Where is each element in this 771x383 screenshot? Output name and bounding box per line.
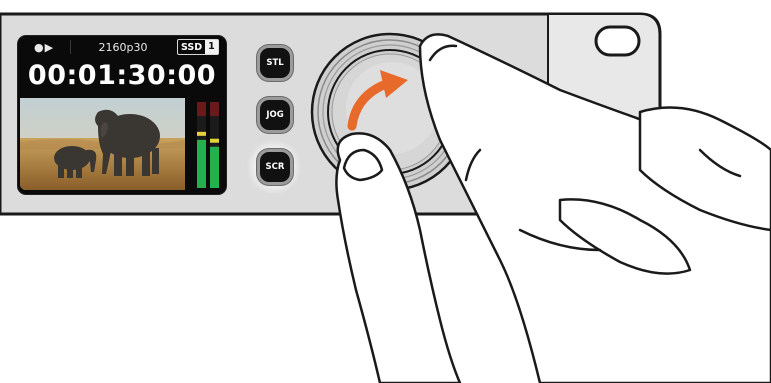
meter-level-1: [197, 139, 206, 188]
timecode-display: 00:01:30:00: [27, 60, 217, 91]
media-type-label: SSD: [181, 41, 203, 53]
device-illustration: ●▶ 2160p30 SSD 1 00:01:30:00 STL JOG SCR: [0, 0, 771, 383]
play-icon: ●▶: [33, 40, 55, 54]
meter-peak-hold-1: [197, 131, 206, 136]
video-preview: [20, 98, 185, 190]
still-button-label: STL: [266, 58, 284, 68]
scroll-button[interactable]: SCR: [260, 152, 290, 182]
audio-meters: [190, 100, 224, 190]
jog-button-label: JOG: [266, 110, 284, 120]
meter-peak-hold-2: [210, 138, 219, 143]
status-bar: ●▶ 2160p30 SSD 1: [18, 36, 226, 58]
scroll-button-label: SCR: [265, 162, 285, 172]
media-indicator: SSD 1: [177, 39, 219, 55]
still-button[interactable]: STL: [260, 48, 290, 78]
jog-wheel[interactable]: [310, 32, 470, 192]
meter-level-2: [210, 146, 219, 188]
jog-button[interactable]: JOG: [260, 100, 290, 130]
rack-mount-slot: [594, 25, 641, 57]
meter-peak-zone: [210, 102, 219, 116]
media-slot-number: 1: [205, 40, 218, 54]
meter-peak-zone: [197, 102, 206, 116]
lcd-screen: ●▶ 2160p30 SSD 1 00:01:30:00: [18, 36, 226, 194]
video-format-label: 2160p30: [98, 40, 148, 54]
